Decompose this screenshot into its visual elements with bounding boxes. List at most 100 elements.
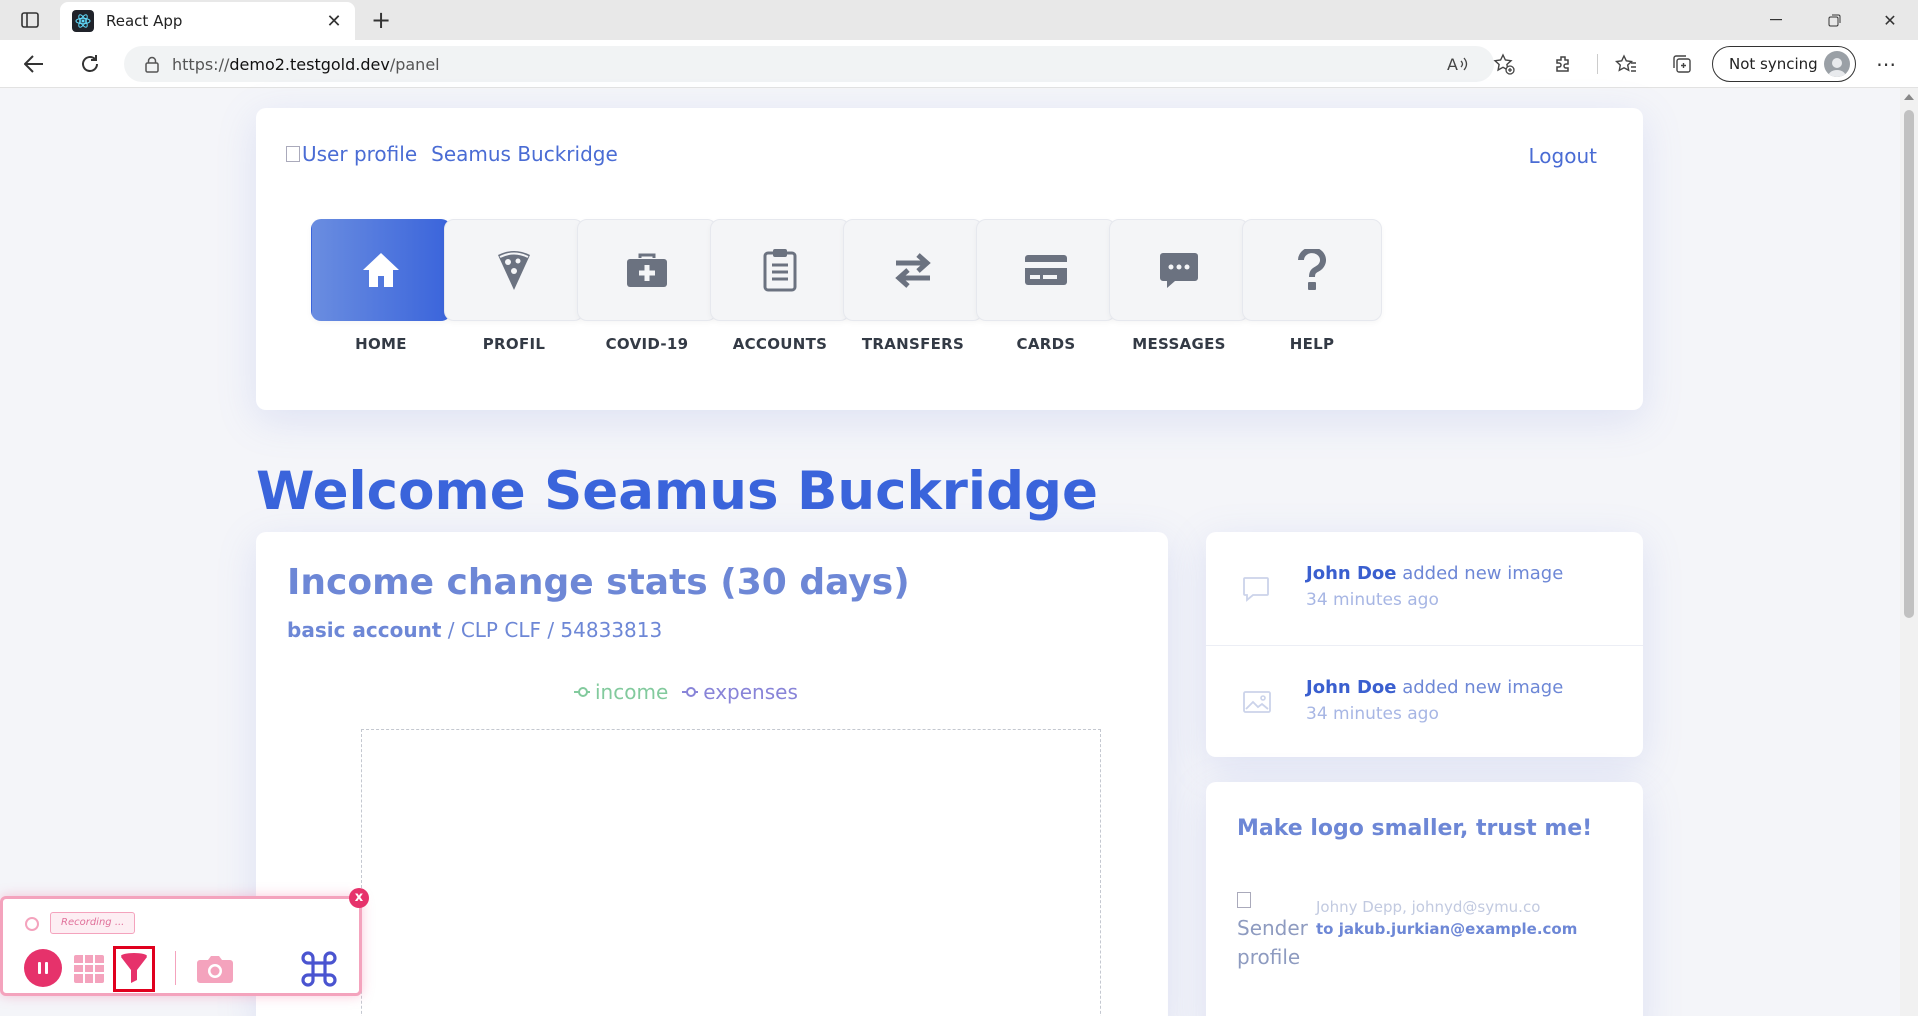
page-scrollbar[interactable] xyxy=(1900,88,1918,1016)
account-type-link[interactable]: basic account xyxy=(287,618,441,642)
react-favicon-icon xyxy=(72,10,94,32)
nav-tile-accounts[interactable] xyxy=(710,219,850,321)
more-menu-icon[interactable]: ⋯ xyxy=(1868,48,1904,80)
nav-tile-covid[interactable] xyxy=(577,219,717,321)
nav-tile-profil[interactable] xyxy=(444,219,584,321)
camera-icon xyxy=(197,956,233,983)
recorder-widget: Recording ... xyxy=(0,896,362,996)
recorder-close-button[interactable]: x xyxy=(349,888,369,908)
panel-page: User profile Seamus Buckridge Logout HOM… xyxy=(0,89,1900,1016)
pizza-icon xyxy=(498,251,530,290)
welcome-heading: Welcome Seamus Buckridge xyxy=(256,461,1098,522)
comment-icon xyxy=(1242,576,1270,606)
nav-label: PROFIL xyxy=(482,335,546,353)
message-title[interactable]: Make logo smaller, trust me! xyxy=(1237,816,1592,841)
nav-item-home[interactable]: HOME xyxy=(311,219,451,353)
nav-tile-transfers[interactable] xyxy=(843,219,983,321)
legend-expenses[interactable]: expenses xyxy=(682,680,798,704)
refresh-icon[interactable] xyxy=(72,48,108,80)
message-recipient: to jakub.jurkian@example.com xyxy=(1316,920,1578,938)
sync-profile-button[interactable]: Not syncing xyxy=(1712,46,1856,82)
filter-button[interactable] xyxy=(113,946,155,992)
nav-item-help[interactable]: HELP xyxy=(1242,219,1382,353)
url-text: https://demo2.testgold.dev/panel xyxy=(172,54,440,74)
nav-tile-home[interactable] xyxy=(311,219,451,321)
recording-status: Recording ... xyxy=(50,912,136,934)
stats-title: Income change stats (30 days) xyxy=(287,562,910,603)
logout-link[interactable]: Logout xyxy=(1529,144,1597,168)
grid-button[interactable] xyxy=(69,949,109,989)
browser-tab-bar: React App ✕ + ✕ xyxy=(0,0,1918,40)
back-arrow-icon[interactable] xyxy=(16,48,52,80)
activity-item[interactable]: John Doe added new image 34 minutes ago xyxy=(1206,645,1643,758)
nav-item-covid[interactable]: COVID-19 xyxy=(577,219,717,353)
transfer-arrows-icon xyxy=(895,253,931,288)
message-card: Make logo smaller, trust me! Sender prof… xyxy=(1206,782,1643,1016)
new-tab-button[interactable]: + xyxy=(366,6,396,34)
user-profile[interactable]: User profile Seamus Buckridge xyxy=(286,142,618,166)
home-icon xyxy=(363,253,399,287)
activity-user[interactable]: John Doe xyxy=(1306,563,1396,584)
read-aloud-icon[interactable]: A xyxy=(1440,48,1476,80)
nav-tile-help[interactable] xyxy=(1242,219,1382,321)
nav-label: COVID-19 xyxy=(605,335,689,353)
nav-label: MESSAGES xyxy=(1132,335,1226,353)
funnel-icon xyxy=(121,953,147,983)
tab-title: React App xyxy=(106,12,183,30)
activity-time: 34 minutes ago xyxy=(1306,704,1439,724)
grid-table-icon xyxy=(74,955,104,983)
scroll-up-arrow-icon[interactable] xyxy=(1904,94,1914,100)
profile-avatar-icon xyxy=(1824,51,1850,77)
pause-button[interactable] xyxy=(24,949,62,987)
nav-tile-messages[interactable] xyxy=(1109,219,1249,321)
activity-text: John Doe added new image xyxy=(1306,563,1564,584)
collections-icon[interactable] xyxy=(1664,48,1700,80)
credit-card-icon xyxy=(1025,255,1067,285)
nav-item-accounts[interactable]: ACCOUNTS xyxy=(710,219,850,353)
screenshot-button[interactable] xyxy=(195,949,235,989)
scrollbar-thumb[interactable] xyxy=(1904,110,1914,618)
nav-label: TRANSFERS xyxy=(861,335,965,353)
extensions-icon[interactable] xyxy=(1546,48,1582,80)
close-window-button[interactable]: ✕ xyxy=(1862,0,1918,40)
favorites-icon[interactable] xyxy=(1608,48,1644,80)
nav-tile-cards[interactable] xyxy=(976,219,1116,321)
medkit-icon xyxy=(627,253,667,287)
url-field[interactable]: https://demo2.testgold.dev/panel xyxy=(124,46,1494,82)
income-stats-card: Income change stats (30 days) basic acco… xyxy=(256,532,1168,1016)
nav-item-transfers[interactable]: TRANSFERS xyxy=(843,219,983,353)
broken-image-icon xyxy=(1237,892,1251,908)
lock-icon xyxy=(132,56,172,73)
activity-user[interactable]: John Doe xyxy=(1306,677,1396,698)
activity-item[interactable]: John Doe added new image 34 minutes ago xyxy=(1206,532,1643,645)
svg-text:A: A xyxy=(1447,55,1458,73)
pause-icon xyxy=(38,962,48,974)
nav-label: CARDS xyxy=(1016,335,1076,353)
chart-plot-area xyxy=(361,729,1101,1016)
recording-indicator-icon xyxy=(25,917,39,931)
sync-label: Not syncing xyxy=(1729,55,1818,73)
add-favorite-icon[interactable] xyxy=(1486,48,1522,80)
sender-profile-image: Sender profile xyxy=(1237,885,1317,972)
activity-time: 34 minutes ago xyxy=(1306,590,1439,610)
user-profile-image: User profile xyxy=(286,142,417,166)
legend-income[interactable]: income xyxy=(574,680,668,704)
minimize-button[interactable] xyxy=(1748,0,1804,40)
recorder-divider xyxy=(175,951,176,985)
question-mark-icon xyxy=(1298,249,1326,290)
browser-tab[interactable]: React App ✕ xyxy=(60,2,355,40)
address-bar: https://demo2.testgold.dev/panel A Not s… xyxy=(0,40,1918,88)
tab-close-icon[interactable]: ✕ xyxy=(319,11,349,32)
image-icon xyxy=(1242,690,1272,718)
activity-feed-card: John Doe added new image 34 minutes ago … xyxy=(1206,532,1643,757)
account-info: basic account / CLP CLF / 54833813 xyxy=(287,618,663,642)
nav-label: HOME xyxy=(355,335,407,353)
restore-button[interactable] xyxy=(1806,0,1862,40)
tab-actions-icon[interactable] xyxy=(14,8,46,32)
nav-item-cards[interactable]: CARDS xyxy=(976,219,1116,353)
command-button[interactable] xyxy=(299,949,339,989)
user-name[interactable]: Seamus Buckridge xyxy=(431,142,618,166)
chat-bubble-icon xyxy=(1160,253,1198,288)
nav-item-messages[interactable]: MESSAGES xyxy=(1109,219,1249,353)
nav-item-profil[interactable]: PROFIL xyxy=(444,219,584,353)
